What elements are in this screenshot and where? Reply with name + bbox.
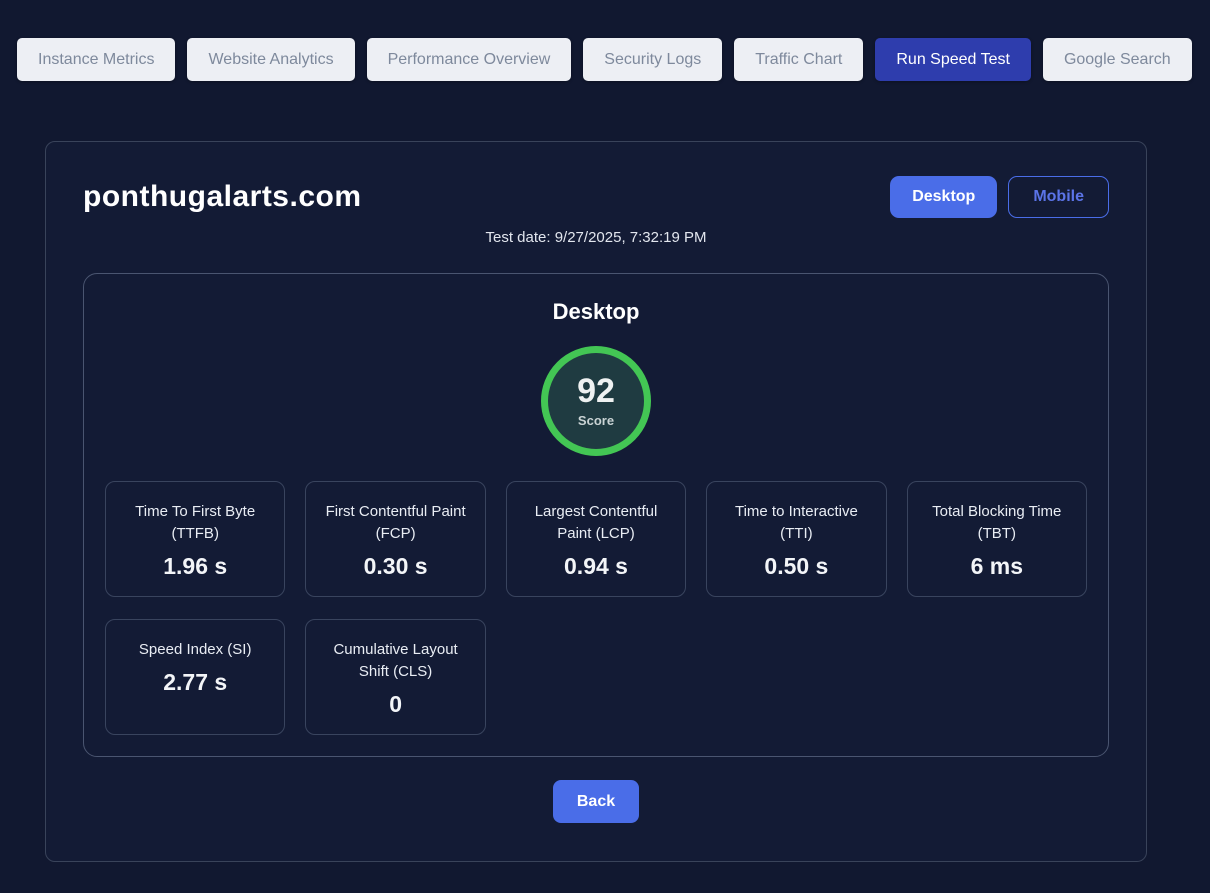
nav-tab[interactable]: Traffic Chart xyxy=(734,38,863,81)
panel-title: Desktop xyxy=(105,299,1087,325)
metric-card: Time To First Byte (TTFB) 1.96 s xyxy=(105,481,285,597)
metric-value: 2.77 s xyxy=(118,669,272,696)
nav-tab[interactable]: Instance Metrics xyxy=(17,38,175,81)
metric-label: Time to Interactive (TTI) xyxy=(719,501,873,545)
nav-tab[interactable]: Google Search xyxy=(1043,38,1192,81)
score-label: Score xyxy=(578,413,614,428)
metric-card: Total Blocking Time (TBT) 6 ms xyxy=(907,481,1087,597)
nav-tab[interactable]: Website Analytics xyxy=(187,38,354,81)
score-circle: 92 Score xyxy=(541,346,651,456)
metric-label: Largest Contentful Paint (LCP) xyxy=(519,501,673,545)
nav-tab[interactable]: Run Speed Test xyxy=(875,38,1031,81)
metric-card: Cumulative Layout Shift (CLS) 0 xyxy=(305,619,485,735)
metric-value: 0 xyxy=(318,691,472,718)
metrics-grid: Time To First Byte (TTFB) 1.96 s First C… xyxy=(105,481,1087,735)
desktop-toggle-button[interactable]: Desktop xyxy=(890,176,997,218)
metric-label: Total Blocking Time (TBT) xyxy=(920,501,1074,545)
metric-value: 1.96 s xyxy=(118,553,272,580)
metric-value: 0.30 s xyxy=(318,553,472,580)
metric-card: First Contentful Paint (FCP) 0.30 s xyxy=(305,481,485,597)
metric-label: Time To First Byte (TTFB) xyxy=(118,501,272,545)
nav-tab[interactable]: Security Logs xyxy=(583,38,722,81)
nav-tab[interactable]: Performance Overview xyxy=(367,38,572,81)
card-header: ponthugalarts.com Desktop Mobile xyxy=(83,176,1109,218)
device-toggle: Desktop Mobile xyxy=(890,176,1109,218)
metric-label: First Contentful Paint (FCP) xyxy=(318,501,472,545)
results-panel: Desktop 92 Score Time To First Byte (TTF… xyxy=(83,273,1109,757)
metric-value: 0.50 s xyxy=(719,553,873,580)
metric-card: Time to Interactive (TTI) 0.50 s xyxy=(706,481,886,597)
back-button[interactable]: Back xyxy=(553,780,639,823)
metric-label: Cumulative Layout Shift (CLS) xyxy=(318,639,472,683)
test-date: Test date: 9/27/2025, 7:32:19 PM xyxy=(83,229,1109,246)
metric-label: Speed Index (SI) xyxy=(118,639,272,661)
score-value: 92 xyxy=(577,374,615,410)
top-nav: Instance Metrics Website Analytics Perform… xyxy=(0,0,1210,81)
metric-value: 6 ms xyxy=(920,553,1074,580)
mobile-toggle-button[interactable]: Mobile xyxy=(1008,176,1109,218)
domain-title: ponthugalarts.com xyxy=(83,180,362,214)
speed-test-card: ponthugalarts.com Desktop Mobile Test da… xyxy=(45,141,1147,862)
metric-value: 0.94 s xyxy=(519,553,673,580)
metric-card: Speed Index (SI) 2.77 s xyxy=(105,619,285,735)
metric-card: Largest Contentful Paint (LCP) 0.94 s xyxy=(506,481,686,597)
